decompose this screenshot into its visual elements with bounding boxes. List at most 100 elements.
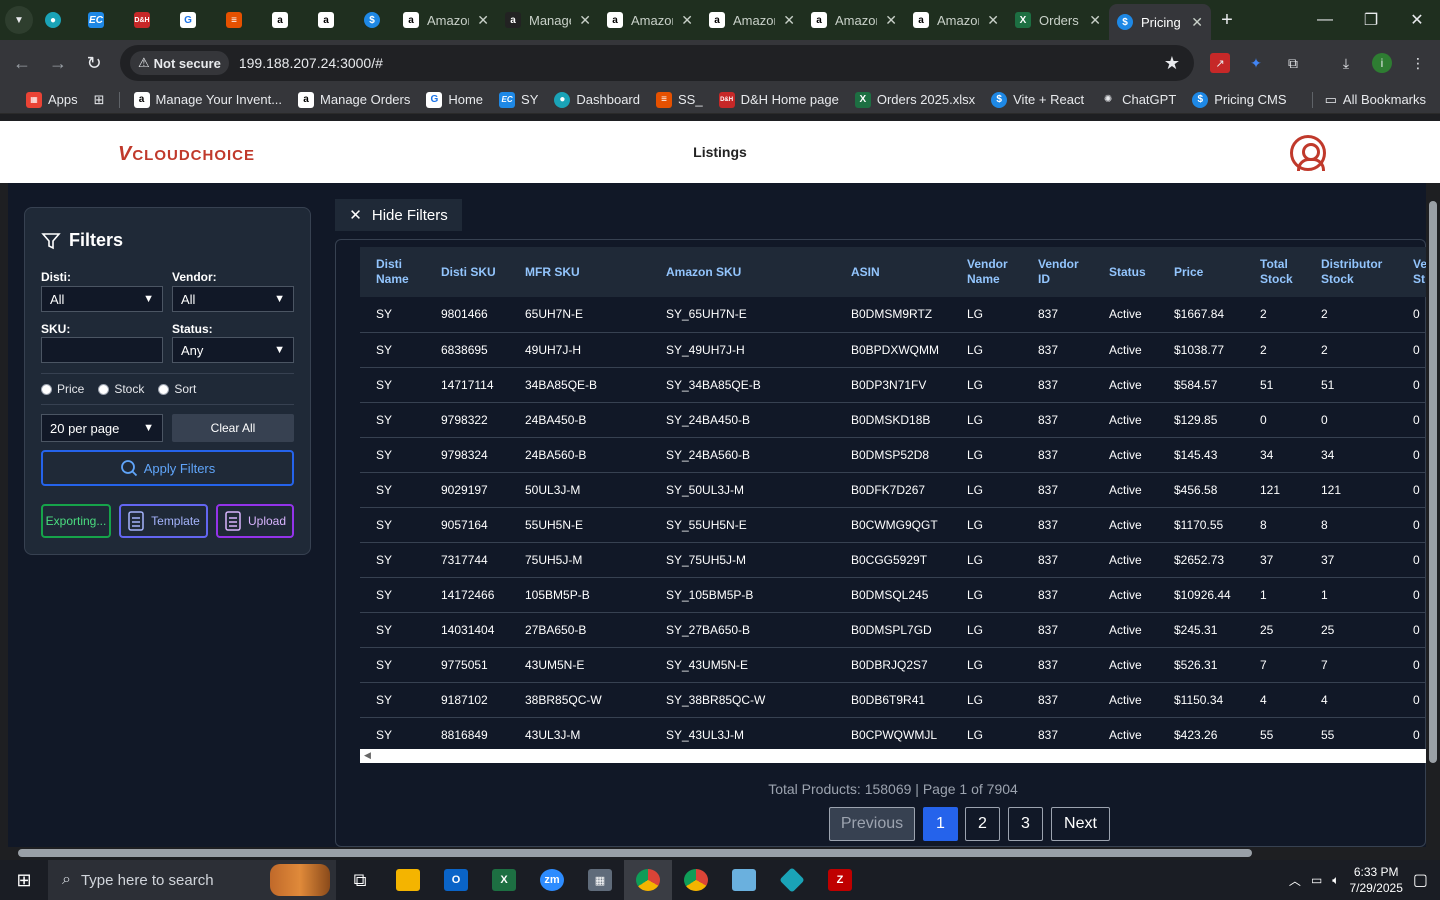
apply-filters-button[interactable]: Apply Filters bbox=[41, 450, 294, 486]
export-button[interactable]: Exporting... bbox=[41, 504, 111, 538]
previous-page-button[interactable]: Previous bbox=[829, 807, 915, 841]
table-row[interactable]: SY 9775051 43UM5N-E SY_43UM5N-E B0DBRJQ2S7 LG… bbox=[360, 647, 1426, 683]
table-horizontal-scrollbar[interactable]: ◀ bbox=[360, 749, 1426, 763]
extension-icon[interactable]: ✦ bbox=[1246, 53, 1266, 73]
scrollbar-thumb[interactable] bbox=[1429, 201, 1437, 763]
download-icon[interactable]: ⤓ bbox=[1336, 53, 1356, 73]
vendor-select[interactable]: All ▼ bbox=[172, 286, 294, 312]
column-header[interactable]: Amazon SKU bbox=[650, 247, 835, 297]
listings-table-container[interactable]: Disti Name Disti SKU MFR SKU Amazon SKU ASIN… bbox=[360, 247, 1426, 749]
table-row[interactable]: SY 14172466 105BM5P-B SY_105BM5P-B B0DMSQL24… bbox=[360, 577, 1426, 613]
windows-start-icon[interactable]: ⊞ bbox=[0, 860, 48, 900]
bookmark-item[interactable]: ✺ ChatGPT bbox=[1092, 92, 1184, 108]
close-icon[interactable]: ✕ bbox=[579, 12, 591, 29]
sku-input[interactable] bbox=[41, 337, 163, 363]
close-icon[interactable]: ✕ bbox=[681, 12, 693, 29]
page-button-3[interactable]: 3 bbox=[1008, 807, 1043, 841]
restore-icon[interactable]: ❐ bbox=[1348, 0, 1394, 40]
back-icon[interactable]: ← bbox=[4, 45, 40, 81]
table-row[interactable]: SY 14717114 34BA85QE-B SY_34BA85QE-B B0DP3N7… bbox=[360, 367, 1426, 403]
pinned-tab[interactable]: EC bbox=[73, 4, 119, 36]
table-row[interactable]: SY 9057164 55UH5N-E SY_55UH5N-E B0CWMG9QGT LG… bbox=[360, 507, 1426, 543]
template-button[interactable]: Template bbox=[119, 504, 208, 538]
close-icon[interactable]: ✕ bbox=[783, 12, 795, 29]
pinned-tab[interactable]: a bbox=[257, 4, 303, 36]
close-icon[interactable]: ✕ bbox=[885, 12, 897, 29]
bookmark-item[interactable]: $ Vite + React bbox=[983, 91, 1092, 108]
table-row[interactable]: SY 14031404 27BA650-B SY_27BA650-B B0DMSPL7G… bbox=[360, 612, 1426, 648]
bookmark-item[interactable]: ≡ SS_ bbox=[648, 91, 711, 108]
status-select[interactable]: Any ▼ bbox=[172, 337, 294, 363]
column-header[interactable]: Status bbox=[1093, 247, 1158, 297]
user-profile-icon[interactable] bbox=[1290, 135, 1326, 171]
page-horizontal-scrollbar[interactable] bbox=[0, 847, 1440, 859]
calculator-icon[interactable]: ▦ bbox=[576, 860, 624, 900]
close-icon[interactable]: ✕ bbox=[1191, 14, 1203, 31]
forward-icon[interactable]: → bbox=[40, 45, 76, 81]
browser-tab-active[interactable]: $ Pricing ✕ bbox=[1109, 4, 1211, 40]
bookmark-item[interactable]: a Manage Your Invent... bbox=[126, 91, 290, 108]
filezilla-icon[interactable]: Z bbox=[816, 860, 864, 900]
browser-tab[interactable]: a Amazon ✕ bbox=[701, 4, 803, 36]
address-bar[interactable]: ⚠ Not secure 199.188.207.24:3000/# ★ bbox=[120, 45, 1194, 81]
new-tab-icon[interactable]: + bbox=[1211, 9, 1243, 32]
next-page-button[interactable]: Next bbox=[1051, 807, 1110, 841]
table-row[interactable]: SY 8816849 43UL3J-M SY_43UL3J-M B0CPWQWMJL LG… bbox=[360, 717, 1426, 749]
column-header[interactable]: Total Stock bbox=[1244, 247, 1305, 297]
table-row[interactable]: SY 7317744 75UH5J-M SY_75UH5J-M B0CGG5929T LG… bbox=[360, 542, 1426, 578]
browser-tab[interactable]: a Amazon ✕ bbox=[803, 4, 905, 36]
window-close-icon[interactable]: ✕ bbox=[1394, 0, 1440, 40]
pdf-extension-icon[interactable]: ↗ bbox=[1210, 53, 1230, 73]
bookmark-item[interactable]: ● Dashboard bbox=[546, 91, 648, 108]
bookmark-star-icon[interactable]: ★ bbox=[1164, 53, 1180, 74]
table-row[interactable]: SY 9798322 24BA450-B SY_24BA450-B B0DMSKD18B… bbox=[360, 402, 1426, 438]
minimize-icon[interactable]: — bbox=[1302, 0, 1348, 40]
column-header[interactable]: Price bbox=[1158, 247, 1244, 297]
close-icon[interactable]: ✕ bbox=[477, 12, 489, 29]
upload-button[interactable]: Upload bbox=[216, 504, 294, 538]
chevron-up-icon[interactable]: ︿ bbox=[1289, 872, 1301, 889]
column-header[interactable]: Disti SKU bbox=[425, 247, 509, 297]
pinned-tab[interactable]: D&H bbox=[119, 4, 165, 36]
puzzle-icon[interactable]: ⧉ bbox=[1283, 53, 1303, 73]
browser-tab[interactable]: a Amazon ✕ bbox=[599, 4, 701, 36]
all-bookmarks[interactable]: ▭ All Bookmarks bbox=[1306, 91, 1426, 108]
scrollbar-thumb[interactable] bbox=[18, 849, 1252, 857]
menu-icon[interactable]: ⋮ bbox=[1408, 53, 1428, 73]
volume-icon[interactable]: 🔈︎ bbox=[1332, 873, 1339, 888]
table-row[interactable]: SY 6838695 49UH7J-H SY_49UH7J-H B0BPDXWQMM LG… bbox=[360, 332, 1426, 368]
browser-tab[interactable]: X Orders ✕ bbox=[1007, 4, 1109, 36]
bookmark-item[interactable]: G Home bbox=[418, 91, 491, 108]
tab-search-icon[interactable]: ▼ bbox=[5, 6, 33, 34]
page-button-1[interactable]: 1 bbox=[923, 807, 958, 841]
profile-avatar[interactable]: i bbox=[1372, 53, 1392, 73]
close-icon[interactable]: ✕ bbox=[1089, 12, 1101, 29]
sort-radio[interactable]: Sort bbox=[158, 382, 196, 396]
bookmark-item[interactable]: D&H D&H Home page bbox=[711, 91, 847, 108]
column-header[interactable]: MFR SKU bbox=[509, 247, 650, 297]
column-header[interactable]: Vendor ID bbox=[1022, 247, 1093, 297]
column-header[interactable]: Ve St bbox=[1397, 247, 1426, 297]
app-icon[interactable] bbox=[768, 860, 816, 900]
column-header[interactable]: Vendor Name bbox=[951, 247, 1022, 297]
bookmark-item[interactable]: a Manage Orders bbox=[290, 91, 418, 108]
bookmark-item[interactable]: EC SY bbox=[491, 91, 546, 108]
bookmark-item[interactable]: X Orders 2025.xlsx bbox=[847, 91, 983, 108]
page-button-2[interactable]: 2 bbox=[965, 807, 1000, 841]
bookmark-apps[interactable]: ▦ Apps bbox=[18, 91, 86, 108]
pinned-tab[interactable]: ≡ bbox=[211, 4, 257, 36]
security-chip[interactable]: ⚠ Not secure bbox=[130, 51, 229, 75]
app-icon[interactable] bbox=[720, 860, 768, 900]
close-icon[interactable]: ✕ bbox=[987, 12, 999, 29]
column-header[interactable]: Disti Name bbox=[360, 247, 425, 297]
table-row[interactable]: SY 9798324 24BA560-B SY_24BA560-B B0DMSP52D8… bbox=[360, 437, 1426, 473]
scroll-left-icon[interactable]: ◀ bbox=[364, 750, 371, 761]
excel-icon[interactable]: X bbox=[480, 860, 528, 900]
taskbar-search[interactable]: ⌕ Type here to search bbox=[48, 860, 336, 900]
browser-tab[interactable]: a Amazon ✕ bbox=[395, 4, 497, 36]
pinned-tab[interactable]: G bbox=[165, 4, 211, 36]
browser-tab[interactable]: a Manage ✕ bbox=[497, 4, 599, 36]
bookmark-grid[interactable]: ⊞ bbox=[86, 92, 113, 108]
price-radio[interactable]: Price bbox=[41, 382, 84, 396]
disti-select[interactable]: All ▼ bbox=[41, 286, 163, 312]
